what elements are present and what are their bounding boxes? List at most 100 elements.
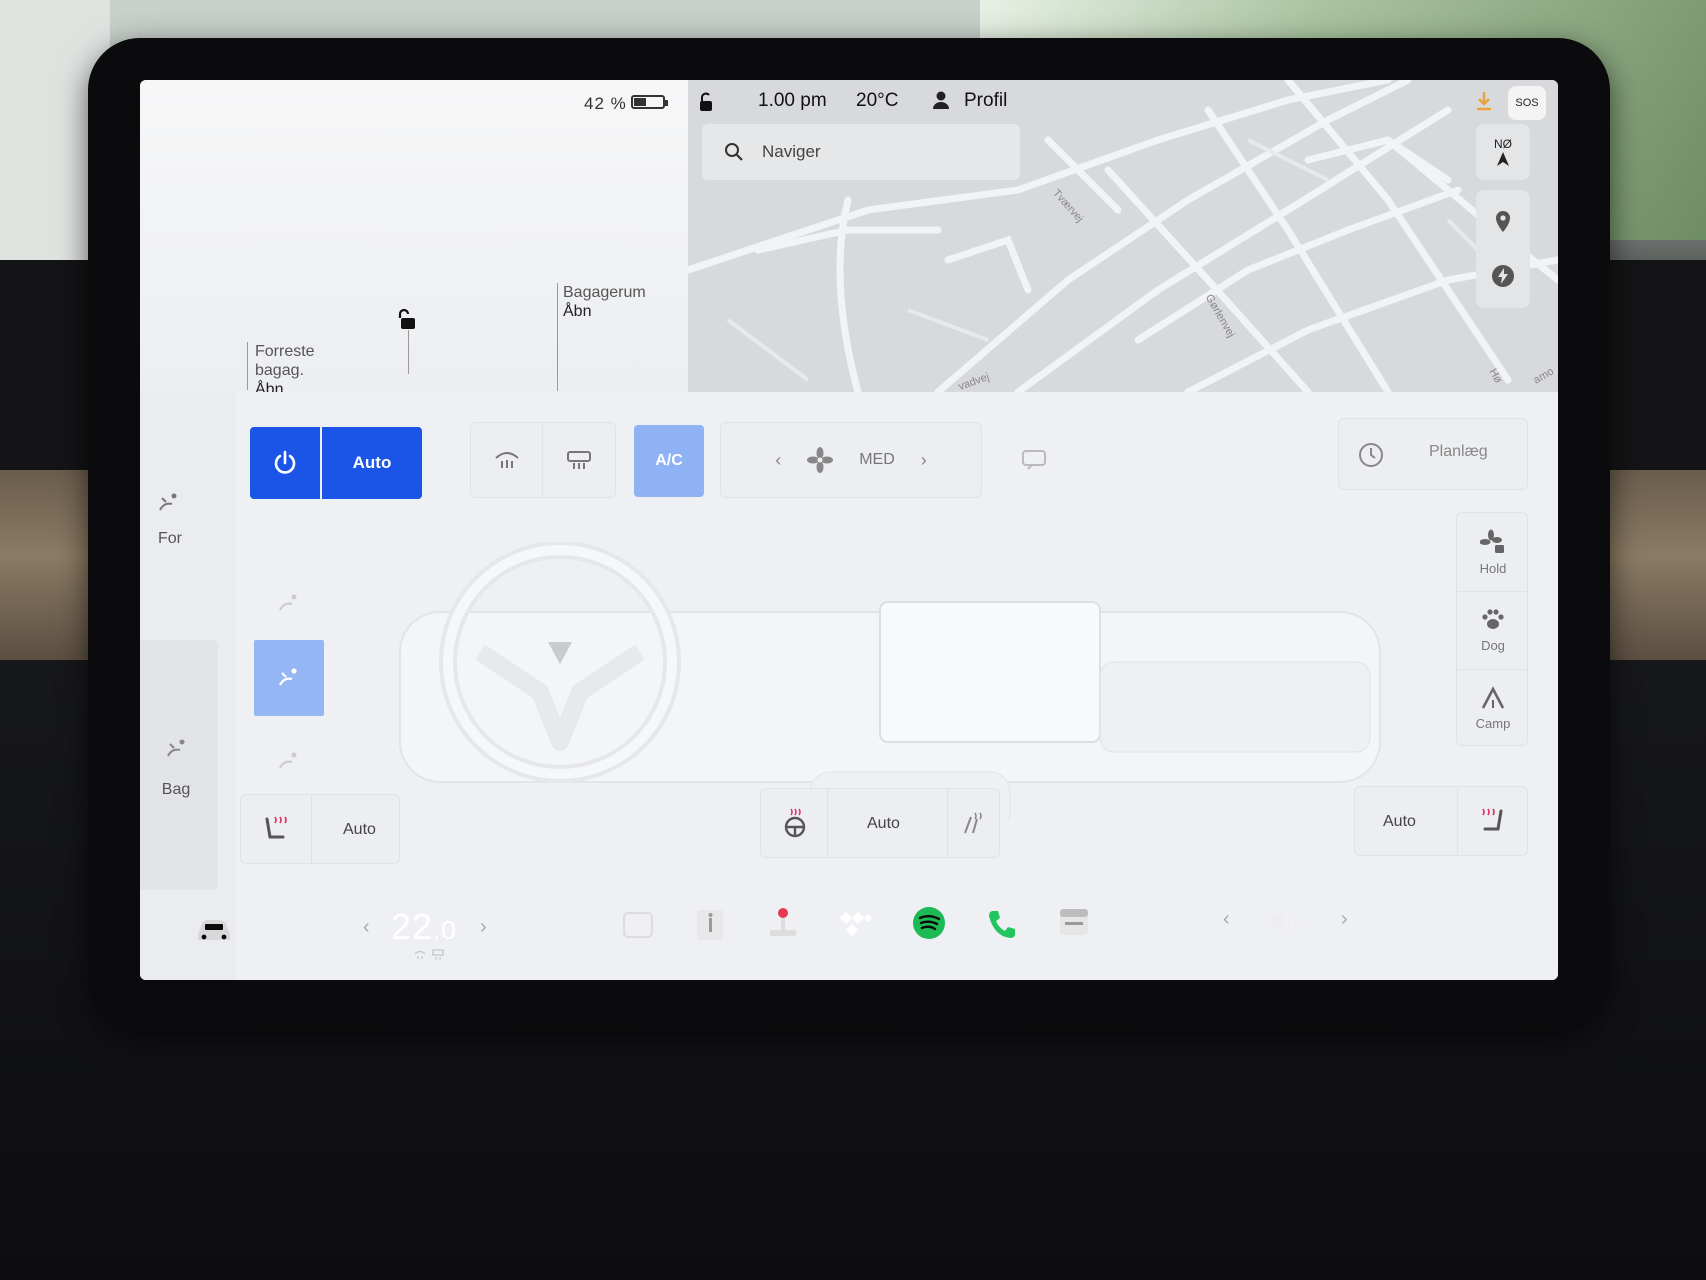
touchscreen: 42 % Forreste bagag. Åbn Bagagerum Åbn T… bbox=[140, 80, 1558, 980]
vent-mode-selected[interactable] bbox=[254, 640, 324, 716]
front-defrost-icon bbox=[494, 452, 519, 468]
schedule-button[interactable]: Planlæg bbox=[1338, 418, 1528, 490]
steering-heat-icon bbox=[784, 808, 806, 838]
rear-trunk-callout[interactable]: Bagagerum Åbn bbox=[563, 283, 646, 321]
defrost-group bbox=[470, 422, 616, 498]
divider bbox=[827, 789, 828, 857]
mode-dog-label: Dog bbox=[1481, 638, 1505, 653]
temperature-value: 22 bbox=[391, 906, 434, 947]
rear-defrost-icon bbox=[567, 451, 591, 469]
car-icon[interactable] bbox=[194, 916, 234, 944]
schedule-label: Planlæg bbox=[1429, 443, 1488, 460]
passenger-seat-label: Auto bbox=[1383, 813, 1416, 830]
fan-speed-value: MED bbox=[859, 451, 895, 468]
battery-level-fill bbox=[634, 98, 646, 106]
rear-trunk-leader bbox=[557, 283, 558, 391]
dock-app-more[interactable]: ••• bbox=[623, 912, 653, 938]
recirculate-icon[interactable] bbox=[1020, 448, 1048, 470]
cabin-illustration bbox=[399, 542, 1381, 822]
rear-trunk-label: Bagagerum bbox=[563, 284, 646, 301]
compass-button[interactable]: NØ bbox=[1476, 124, 1530, 180]
rear-trunk-open[interactable]: Åbn bbox=[563, 302, 646, 321]
clock-icon bbox=[1359, 443, 1383, 467]
tent-icon bbox=[1481, 686, 1505, 709]
fan-speed-control: ‹ MED › bbox=[720, 422, 982, 498]
calendar-icon[interactable] bbox=[1058, 906, 1090, 938]
map-controls bbox=[1476, 190, 1530, 308]
divider bbox=[947, 789, 948, 857]
more-icon: ••• bbox=[629, 917, 647, 933]
search-placeholder: Naviger bbox=[762, 142, 821, 161]
fan-icon bbox=[807, 447, 834, 473]
vent-upper-icon[interactable] bbox=[274, 588, 304, 618]
power-icon bbox=[274, 450, 296, 474]
ac-button[interactable]: A/C bbox=[634, 425, 704, 497]
temperature-decimal: .0 bbox=[433, 915, 457, 945]
clock: 1.00 pm bbox=[758, 90, 827, 111]
mode-camp[interactable]: Camp bbox=[1457, 669, 1529, 747]
navigation-search[interactable]: Naviger bbox=[702, 124, 1020, 180]
passenger-seat-heater[interactable]: Auto bbox=[1354, 786, 1528, 856]
steering-heater[interactable]: Auto bbox=[760, 788, 1000, 858]
manual-icon[interactable] bbox=[695, 908, 725, 942]
seat-heat-icon bbox=[265, 816, 287, 839]
charging-icon[interactable] bbox=[1491, 264, 1515, 288]
front-defrost-button[interactable] bbox=[471, 423, 543, 497]
rear-label[interactable]: Bag bbox=[140, 781, 216, 799]
profile-icon[interactable] bbox=[932, 90, 950, 110]
front-trunk-callout[interactable]: Forreste bagag. Åbn bbox=[255, 342, 315, 399]
front-trunk-label-1: Forreste bbox=[255, 343, 315, 360]
pin-icon[interactable] bbox=[1494, 210, 1512, 234]
climate-panel: For Bag Auto A/C ‹ MED › Planlæg Hold Do… bbox=[140, 392, 1558, 980]
divider bbox=[311, 795, 312, 863]
phone-icon[interactable] bbox=[986, 908, 1018, 940]
rear-defrost-button[interactable] bbox=[543, 423, 615, 497]
navigation-map[interactable]: Tværvej Gørlenvej vadvej Hø amo 1.00 pm … bbox=[688, 80, 1558, 392]
mode-hold[interactable]: Hold bbox=[1457, 513, 1529, 591]
climate-power-button[interactable] bbox=[250, 427, 320, 499]
cabin-temperature[interactable]: 22.0 bbox=[391, 906, 457, 948]
mode-camp-label: Camp bbox=[1475, 716, 1511, 731]
unlock-icon[interactable] bbox=[698, 92, 714, 112]
search-icon bbox=[725, 143, 743, 161]
front-trunk-label-2: bagag. bbox=[255, 362, 304, 379]
volume-decrease-button[interactable]: ‹ bbox=[1223, 908, 1230, 931]
volume-icon[interactable] bbox=[1266, 906, 1304, 936]
volume-increase-button[interactable]: › bbox=[1341, 908, 1348, 931]
climate-modes: Hold Dog Camp bbox=[1456, 512, 1529, 747]
rear-airflow-icon[interactable] bbox=[162, 734, 192, 764]
profile-label[interactable]: Profil bbox=[964, 90, 1007, 112]
unlock-icon[interactable] bbox=[398, 308, 418, 330]
download-icon[interactable] bbox=[1474, 90, 1494, 112]
sos-button[interactable]: SOS bbox=[1508, 86, 1546, 120]
front-trunk-leader bbox=[247, 342, 248, 390]
fan-increase-button[interactable]: › bbox=[921, 450, 927, 471]
driver-seat-label: Auto bbox=[343, 821, 376, 838]
battery-icon bbox=[631, 95, 668, 109]
rear-climate-tab[interactable] bbox=[140, 640, 218, 890]
vent-lower-icon[interactable] bbox=[274, 746, 304, 776]
front-trunk-line bbox=[408, 330, 409, 374]
mode-dog[interactable]: Dog bbox=[1457, 591, 1529, 669]
divider bbox=[1457, 787, 1458, 855]
front-label[interactable]: For bbox=[140, 530, 210, 548]
battery-percent: 42 % bbox=[584, 94, 627, 113]
toybox-icon[interactable] bbox=[766, 906, 800, 940]
temp-decrease-button[interactable]: ‹ bbox=[363, 916, 370, 939]
driver-seat-heater[interactable]: Auto bbox=[240, 794, 400, 864]
mode-hold-label: Hold bbox=[1479, 560, 1507, 576]
outside-temperature: 20°C bbox=[856, 90, 899, 111]
paw-icon bbox=[1482, 609, 1504, 629]
wiper-heat-icon[interactable] bbox=[961, 809, 987, 837]
spotify-icon[interactable] bbox=[912, 906, 946, 940]
tidal-icon[interactable] bbox=[838, 910, 872, 938]
front-airflow-icon[interactable] bbox=[154, 488, 184, 518]
fan-decrease-button[interactable]: ‹ bbox=[775, 450, 781, 471]
car-status-panel: 42 % Forreste bagag. Åbn Bagagerum Åbn bbox=[140, 80, 688, 398]
climate-auto-button[interactable]: Auto bbox=[322, 427, 422, 499]
navigation-arrow-icon bbox=[1497, 152, 1509, 166]
steering-label: Auto bbox=[867, 815, 900, 832]
compass-heading: NØ bbox=[1494, 137, 1512, 151]
defrost-status-icon bbox=[414, 949, 444, 960]
temp-increase-button[interactable]: › bbox=[480, 916, 487, 939]
